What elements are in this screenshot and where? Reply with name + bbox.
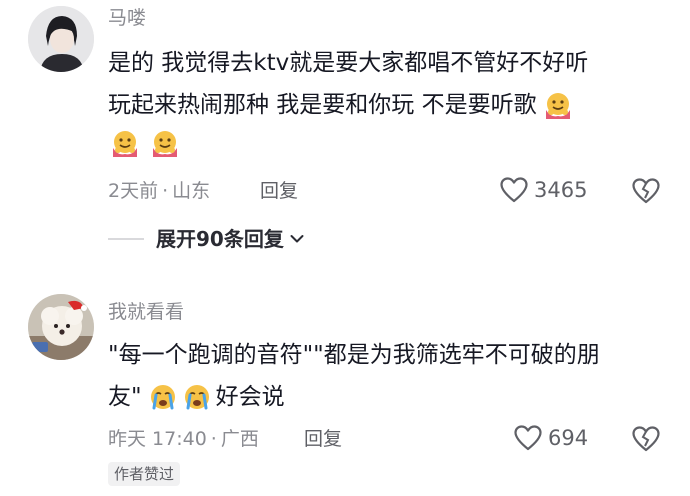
like-button[interactable]: 3465 [500,177,587,203]
comment-text-line-content: 友" [108,384,142,410]
chevron-down-icon [290,234,304,244]
expand-divider [108,238,144,240]
like-count: 694 [548,426,589,450]
comment-meta: 昨天 17:40 · 广西 [108,426,259,452]
hug-emoji [543,90,573,120]
comment-username[interactable]: 我就看看 [108,300,184,324]
emoji-row [108,128,668,158]
dislike-broken-heart-icon[interactable] [632,178,660,204]
heart-icon [500,177,528,203]
comment-location: 山东 [172,180,211,202]
comment-text: "每一个跑调的音符""都是为我筛选牢不可破的朋 友" 好会说 [108,334,678,418]
avatar-image [28,294,94,360]
comment-time: 昨天 17:40 [108,428,207,450]
crying-emoji [148,382,178,412]
reply-button[interactable]: 回复 [304,426,342,452]
comment-location: 广西 [220,428,259,450]
expand-replies-label: 展开90条回复 [156,227,284,251]
comment-time: 2天前 [108,180,159,202]
hug-emoji [110,128,140,158]
comment-text-line: 玩起来热闹那种 我是要和你玩 不是要听歌 [108,84,668,126]
comment-text-line-content: 玩起来热闹那种 我是要和你玩 不是要听歌 [108,92,537,118]
comment-text-line: 是的 我觉得去ktv就是要大家都唱不管好不好听 [108,50,589,76]
comment-text-line: 友" 好会说 [108,376,678,418]
crying-emoji [182,382,212,412]
author-liked-badge: 作者赞过 [108,462,181,486]
comment-text-line-content: 好会说 [215,384,285,410]
reply-button[interactable]: 回复 [260,178,298,204]
avatar[interactable] [28,6,94,72]
comment-meta: 2天前 · 山东 [108,178,210,204]
comment-text: 是的 我觉得去ktv就是要大家都唱不管好不好听 玩起来热闹那种 我是要和你玩 不… [108,42,668,158]
hug-emoji [150,128,180,158]
avatar[interactable] [28,294,94,360]
meta-separator: · [162,180,169,202]
avatar-image [28,6,94,72]
meta-separator: · [210,428,217,450]
dislike-broken-heart-icon[interactable] [632,426,660,452]
comment-username[interactable]: 马喽 [108,6,146,30]
heart-icon [514,425,542,451]
expand-replies-button[interactable]: 展开90条回复 [108,226,304,252]
like-count: 3465 [534,178,588,202]
like-button[interactable]: 694 [514,425,588,451]
comment-text-line: "每一个跑调的音符""都是为我筛选牢不可破的朋 [108,342,600,368]
